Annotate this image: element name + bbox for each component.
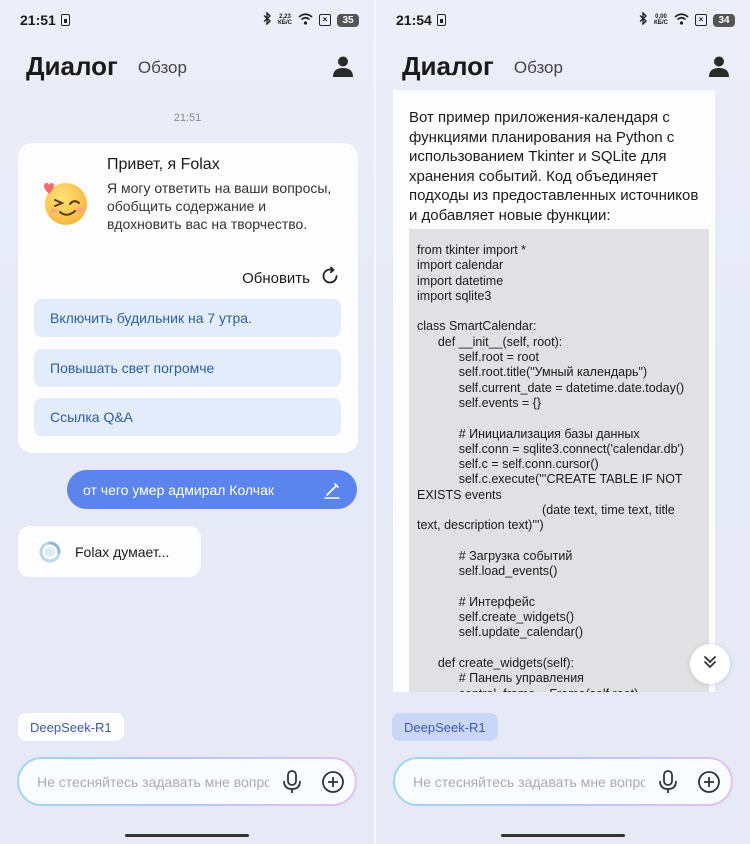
microphone-icon[interactable] xyxy=(657,769,679,795)
battery-icon: 34 xyxy=(713,13,735,27)
refresh-icon xyxy=(320,266,340,290)
status-bar: 21:51 2,23 КБ/С × 35 xyxy=(20,8,359,32)
refresh-button[interactable]: Обновить xyxy=(242,266,340,290)
model-selector[interactable]: DeepSeek-R1 xyxy=(392,713,498,741)
sim-icon: × xyxy=(319,14,331,26)
tab-overview[interactable]: Обзор xyxy=(514,58,563,78)
page-title[interactable]: Диалог xyxy=(402,51,494,82)
page-title[interactable]: Диалог xyxy=(26,51,118,82)
microphone-icon[interactable] xyxy=(281,769,303,795)
answer-intro: Вот пример приложения-календаря с функци… xyxy=(409,109,699,224)
tab-overview[interactable]: Обзор xyxy=(138,58,187,78)
scroll-to-bottom-button[interactable] xyxy=(690,644,730,684)
profile-icon[interactable] xyxy=(707,54,731,78)
assistant-thinking: Folax думает... xyxy=(18,526,201,577)
right-screen: 21:54 0,00 КБ/С × 34 Диалог Обзор Вот пр… xyxy=(376,0,750,844)
wifi-icon xyxy=(674,12,689,28)
refresh-label: Обновить xyxy=(242,269,310,287)
status-time: 21:54 xyxy=(396,12,432,28)
edit-icon[interactable] xyxy=(323,481,341,499)
add-icon[interactable] xyxy=(321,770,345,794)
welcome-title: Привет, я Folax xyxy=(107,156,220,173)
message-input-bar xyxy=(17,757,357,806)
network-speed: 2,23 КБ/С xyxy=(278,14,292,26)
app-header: Диалог Обзор xyxy=(402,46,731,86)
welcome-card: Привет, я Folax Я могу ответить на ваши … xyxy=(18,143,358,453)
thinking-text: Folax думает... xyxy=(75,543,170,560)
suggestion-alarm[interactable]: Включить будильник на 7 утра. xyxy=(34,299,341,337)
sim-icon: × xyxy=(695,14,707,26)
battery-saver-icon xyxy=(60,14,70,26)
user-message[interactable]: от чего умер адмирал Колчак xyxy=(67,470,357,509)
message-timestamp: 21:51 xyxy=(173,112,202,124)
suggestion-brightness[interactable]: Повышать свет погромче xyxy=(34,349,341,387)
home-indicator[interactable] xyxy=(501,834,625,837)
suggestion-qa-link[interactable]: Ссылка Q&A xyxy=(34,398,341,436)
battery-saver-icon xyxy=(436,14,446,26)
message-input-bar xyxy=(393,757,733,806)
double-chevron-down-icon xyxy=(702,654,718,675)
assistant-answer: Вот пример приложения-календаря с функци… xyxy=(393,90,715,692)
status-bar: 21:54 0,00 КБ/С × 34 xyxy=(396,8,735,32)
model-selector[interactable]: DeepSeek-R1 xyxy=(18,713,124,741)
message-input[interactable] xyxy=(413,773,645,790)
add-icon[interactable] xyxy=(697,770,721,794)
bluetooth-icon xyxy=(263,11,272,28)
network-speed: 0,00 КБ/С xyxy=(654,14,668,26)
battery-icon: 35 xyxy=(337,13,359,27)
bluetooth-icon xyxy=(639,11,648,28)
user-message-text: от чего умер адмирал Колчак xyxy=(83,481,274,498)
profile-icon[interactable] xyxy=(331,54,355,78)
wifi-icon xyxy=(298,12,313,28)
app-header: Диалог Обзор xyxy=(26,46,355,86)
left-screen: 21:51 2,23 КБ/С × 35 Диалог Обзор 21:51 … xyxy=(0,0,375,844)
code-block: from tkinter import * import calendar im… xyxy=(409,229,709,692)
message-input[interactable] xyxy=(37,773,269,790)
winking-emoji-icon xyxy=(38,178,90,226)
welcome-text: Я могу ответить на ваши вопросы, обобщит… xyxy=(107,180,332,232)
loading-orb-icon xyxy=(38,540,62,564)
status-time: 21:51 xyxy=(20,12,56,28)
home-indicator[interactable] xyxy=(125,834,249,837)
